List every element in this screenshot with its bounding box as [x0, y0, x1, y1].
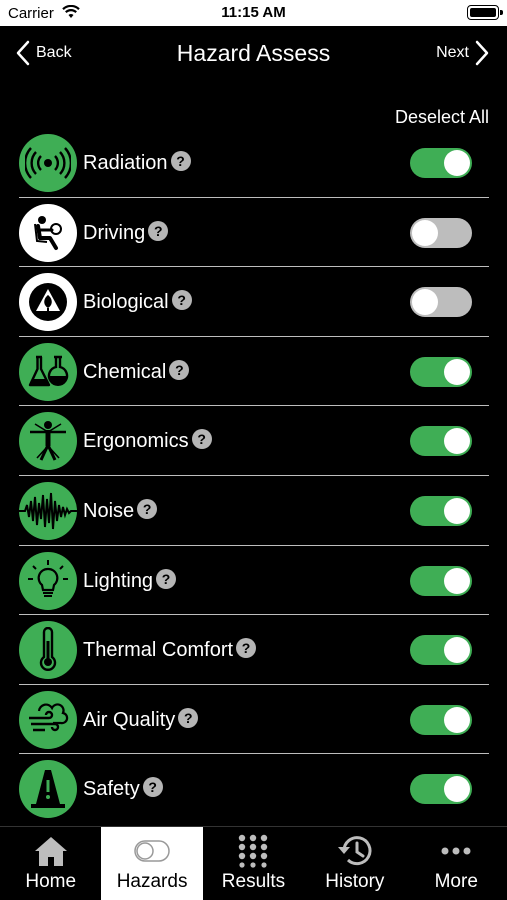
tab-label-more: More	[434, 871, 478, 892]
thermal-comfort-icon	[19, 621, 77, 680]
grid-icon	[203, 833, 304, 869]
clock: 11:15 AM	[221, 4, 286, 21]
toggle-icon	[101, 833, 202, 869]
tab-home[interactable]: Home	[0, 827, 101, 900]
hazard-toggle-radiation[interactable]	[410, 148, 472, 178]
next-label: Next	[436, 44, 469, 61]
help-icon[interactable]: ?	[191, 429, 212, 450]
hazard-toggle-safety[interactable]	[410, 774, 472, 805]
tab-label-history: History	[325, 871, 385, 892]
next-button[interactable]: Next	[436, 38, 489, 68]
hazard-row-ergonomics: Ergonomics?	[0, 406, 507, 476]
hazard-row-chemical: Chemical?	[0, 337, 507, 407]
help-icon[interactable]: ?	[236, 638, 257, 659]
tab-history[interactable]: History	[304, 827, 405, 900]
hazard-row-lighting: Lighting?	[0, 546, 507, 616]
hazard-list: Radiation? Driving? Biological? Chemical…	[0, 128, 507, 824]
hazard-toggle-noise[interactable]	[410, 495, 472, 526]
status-bar: Carrier 11:15 AM	[0, 0, 507, 26]
hazard-row-safety: Safety?	[0, 754, 507, 824]
battery-icon	[467, 5, 503, 20]
hazard-toggle-thermal-comfort[interactable]	[410, 635, 472, 666]
page-title: Hazard Assess	[176, 40, 331, 66]
tab-label-hazards: Hazards	[116, 871, 188, 892]
tab-more[interactable]: More	[406, 827, 507, 900]
hazard-toggle-chemical[interactable]	[410, 356, 472, 387]
safety-icon	[19, 760, 77, 819]
help-icon[interactable]: ?	[156, 568, 177, 589]
hazard-toggle-biological[interactable]	[410, 287, 472, 318]
chemical-icon	[19, 342, 77, 401]
hazard-label-thermal-comfort: Thermal Comfort?	[83, 638, 257, 662]
lighting-icon	[19, 551, 77, 610]
hazard-label-chemical: Chemical?	[83, 359, 190, 384]
hazard-toggle-ergonomics[interactable]	[410, 426, 472, 457]
hazard-row-thermal-comfort: Thermal Comfort?	[0, 615, 507, 685]
help-icon[interactable]: ?	[137, 498, 158, 519]
tab-results[interactable]: Results	[203, 827, 304, 900]
hazard-label-safety: Safety?	[83, 777, 163, 801]
help-icon[interactable]: ?	[178, 707, 199, 728]
hazard-label-air-quality: Air Quality?	[83, 707, 199, 732]
help-icon[interactable]: ?	[148, 220, 169, 241]
hazard-label-radiation: Radiation?	[83, 151, 191, 175]
air-quality-icon	[19, 690, 77, 749]
hazard-row-air-quality: Air Quality?	[0, 685, 507, 755]
history-icon	[304, 833, 405, 869]
hazard-label-biological: Biological?	[83, 290, 192, 314]
hazard-toggle-driving[interactable]	[410, 217, 472, 248]
noise-icon	[19, 481, 77, 540]
navigation-bar: Back Hazard Assess Next	[0, 26, 507, 82]
deselect-all-button[interactable]: Deselect All	[395, 107, 489, 128]
hazard-label-lighting: Lighting?	[83, 568, 177, 593]
more-icon	[406, 833, 507, 869]
tab-hazards[interactable]: Hazards	[101, 827, 203, 900]
ergonomics-icon	[19, 412, 77, 471]
help-icon[interactable]: ?	[169, 359, 190, 380]
hazard-toggle-air-quality[interactable]	[410, 704, 472, 735]
hazard-toggle-lighting[interactable]	[410, 565, 472, 596]
tab-label-home: Home	[25, 871, 77, 892]
driving-icon	[19, 203, 77, 262]
tab-label-results: Results	[221, 871, 286, 892]
hazard-row-biological: Biological?	[0, 267, 507, 337]
help-icon[interactable]: ?	[170, 151, 191, 171]
hazard-row-driving: Driving?	[0, 198, 507, 268]
help-icon[interactable]: ?	[142, 777, 163, 798]
tab-bar: Home Hazards Results History More	[0, 826, 507, 900]
biological-icon	[19, 273, 77, 332]
home-icon	[0, 833, 101, 869]
hazard-label-ergonomics: Ergonomics?	[83, 429, 212, 453]
chevron-right-icon	[475, 40, 489, 66]
hazard-row-noise: Noise?	[0, 476, 507, 546]
hazard-label-noise: Noise?	[83, 498, 158, 523]
hazard-row-radiation: Radiation?	[0, 128, 507, 198]
radiation-icon	[19, 134, 77, 192]
help-icon[interactable]: ?	[171, 290, 192, 311]
hazard-label-driving: Driving?	[83, 220, 169, 245]
